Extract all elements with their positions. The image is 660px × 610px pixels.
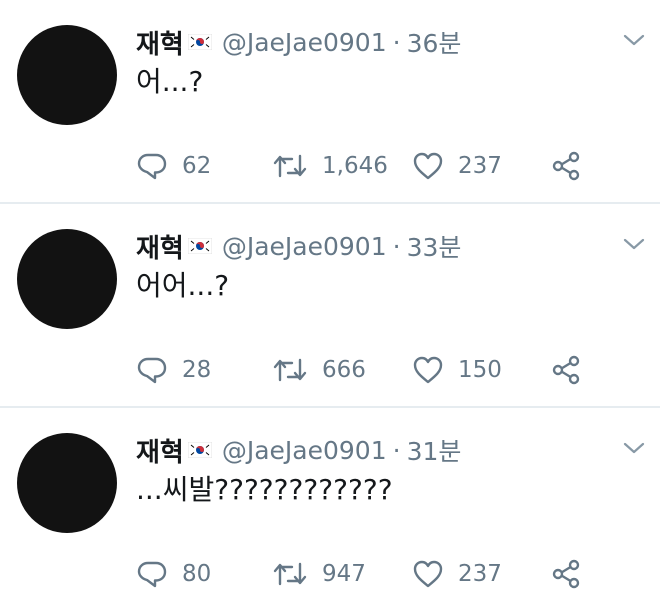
retweet-count: 1,646 <box>322 153 388 179</box>
share-icon <box>550 558 582 590</box>
reply-button[interactable]: 28 <box>136 350 211 390</box>
like-icon <box>412 354 444 386</box>
share-icon <box>550 354 582 386</box>
retweet-count: 666 <box>322 357 366 383</box>
chevron-down-icon[interactable] <box>620 234 648 254</box>
share-button[interactable] <box>550 350 582 390</box>
like-count: 237 <box>458 561 502 587</box>
retweet-button[interactable]: 1,646 <box>272 146 388 186</box>
chevron-down-icon[interactable] <box>620 438 648 458</box>
korea-flag-icon <box>187 237 213 255</box>
user-handle[interactable]: @JaeJae0901 <box>222 28 387 57</box>
tweet-header: 재혁 @JaeJae0901 · 31분 <box>136 430 461 470</box>
tweet-actions: 80 947 237 <box>136 554 616 594</box>
timestamp[interactable]: 31분 <box>407 432 462 468</box>
share-button[interactable] <box>550 146 582 186</box>
avatar[interactable] <box>17 25 117 125</box>
korea-flag-icon <box>187 33 213 51</box>
reply-count: 28 <box>182 357 212 383</box>
like-count: 237 <box>458 153 502 179</box>
chevron-down-icon[interactable] <box>620 30 648 50</box>
timestamp[interactable]: 36분 <box>407 24 462 60</box>
avatar[interactable] <box>17 433 117 533</box>
retweet-icon <box>272 354 308 386</box>
tweet-header: 재혁 @JaeJae0901 · 36분 <box>136 22 461 62</box>
like-icon <box>412 150 444 182</box>
reply-button[interactable]: 62 <box>136 146 211 186</box>
tweet-text: 어...? <box>136 65 204 98</box>
user-handle[interactable]: @JaeJae0901 <box>222 436 387 465</box>
tweet[interactable]: 재혁 @JaeJae0901 · 33분 어어...? 28 666 150 <box>0 204 660 406</box>
like-button[interactable]: 237 <box>412 554 502 594</box>
reply-icon <box>136 558 168 590</box>
retweet-icon <box>272 558 308 590</box>
tweet-header: 재혁 @JaeJae0901 · 33분 <box>136 226 461 266</box>
tweet-actions: 62 1,646 237 <box>136 146 616 186</box>
tweet[interactable]: 재혁 @JaeJae0901 · 31분 ...씨발???????????? 8… <box>0 408 660 610</box>
retweet-icon <box>272 150 308 182</box>
share-button[interactable] <box>550 554 582 594</box>
like-icon <box>412 558 444 590</box>
retweet-button[interactable]: 947 <box>272 554 366 594</box>
separator-dot: · <box>392 231 401 261</box>
reply-count: 80 <box>182 561 212 587</box>
retweet-count: 947 <box>322 561 366 587</box>
reply-count: 62 <box>182 153 212 179</box>
user-handle[interactable]: @JaeJae0901 <box>222 232 387 261</box>
display-name[interactable]: 재혁 <box>136 24 184 61</box>
reply-icon <box>136 150 168 182</box>
like-button[interactable]: 237 <box>412 146 502 186</box>
reply-icon <box>136 354 168 386</box>
retweet-button[interactable]: 666 <box>272 350 366 390</box>
like-button[interactable]: 150 <box>412 350 502 390</box>
korea-flag-icon <box>187 441 213 459</box>
separator-dot: · <box>392 435 401 465</box>
tweet-text: 어어...? <box>136 269 230 302</box>
tweet-actions: 28 666 150 <box>136 350 616 390</box>
display-name[interactable]: 재혁 <box>136 228 184 265</box>
timestamp[interactable]: 33분 <box>407 228 462 264</box>
tweet[interactable]: 재혁 @JaeJae0901 · 36분 어...? 62 1,646 237 <box>0 0 660 202</box>
reply-button[interactable]: 80 <box>136 554 211 594</box>
like-count: 150 <box>458 357 502 383</box>
share-icon <box>550 150 582 182</box>
separator-dot: · <box>392 27 401 57</box>
display-name[interactable]: 재혁 <box>136 432 184 469</box>
tweet-text: ...씨발???????????? <box>136 473 393 506</box>
avatar[interactable] <box>17 229 117 329</box>
